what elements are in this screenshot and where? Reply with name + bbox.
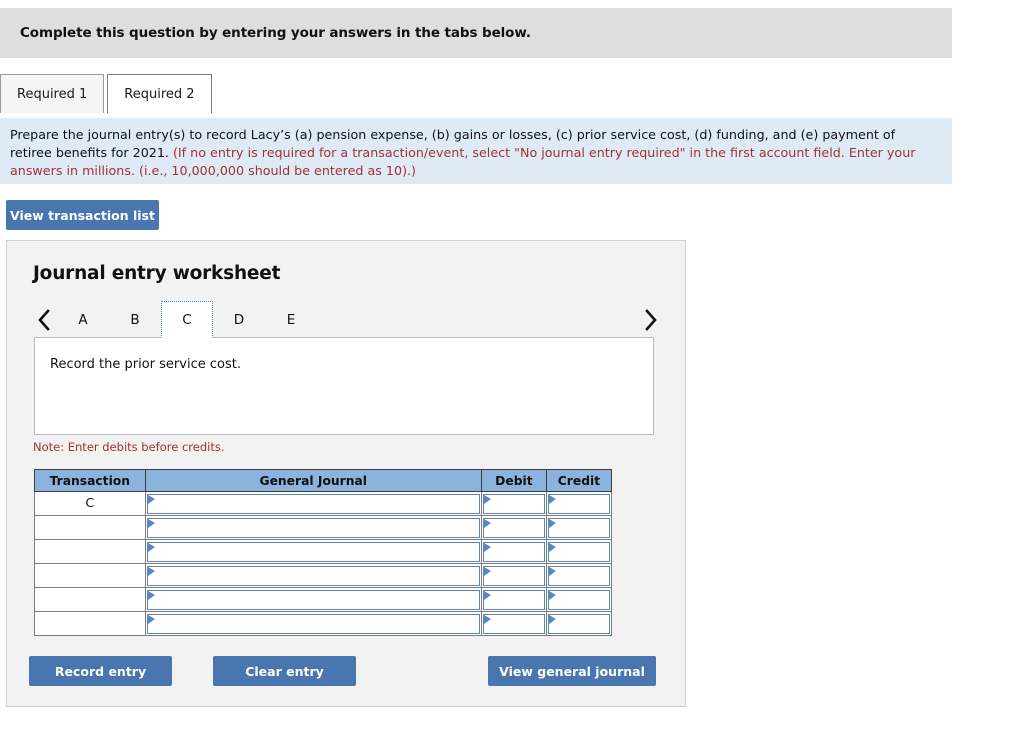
cell-credit bbox=[545, 563, 613, 588]
credit-input[interactable] bbox=[547, 565, 610, 586]
general-journal-input[interactable] bbox=[146, 493, 480, 514]
general-journal-input[interactable] bbox=[146, 541, 480, 562]
table-row bbox=[34, 611, 613, 636]
cell-general-journal bbox=[144, 611, 482, 636]
credit-input[interactable] bbox=[547, 493, 610, 514]
dropdown-marker-icon bbox=[483, 590, 491, 600]
journal-entry-worksheet-panel: Journal entry worksheet A B C D E Record… bbox=[6, 240, 686, 707]
table-row bbox=[34, 515, 613, 540]
worksheet-letter-nav: A B C D E bbox=[31, 301, 663, 338]
clear-entry-button[interactable]: Clear entry bbox=[213, 656, 356, 686]
dropdown-marker-icon bbox=[548, 566, 556, 576]
dropdown-marker-icon bbox=[147, 494, 155, 504]
worksheet-tab-c[interactable]: C bbox=[161, 301, 213, 338]
cell-transaction bbox=[34, 515, 146, 540]
cell-credit bbox=[545, 491, 613, 516]
dropdown-marker-icon bbox=[548, 518, 556, 528]
dropdown-marker-icon bbox=[483, 494, 491, 504]
cell-debit bbox=[480, 491, 547, 516]
table-row: C bbox=[34, 491, 613, 516]
table-row bbox=[34, 563, 613, 588]
cell-credit bbox=[545, 539, 613, 564]
debit-input[interactable] bbox=[482, 493, 545, 514]
worksheet-tab-e[interactable]: E bbox=[265, 301, 317, 338]
required-tab-strip: Required 1 Required 2 bbox=[0, 74, 1024, 114]
table-header-row: Transaction General Journal Debit Credit bbox=[34, 469, 613, 492]
debit-input[interactable] bbox=[482, 565, 545, 586]
column-header-general-journal: General Journal bbox=[144, 469, 482, 492]
cell-transaction: C bbox=[34, 491, 146, 516]
debit-input[interactable] bbox=[482, 589, 545, 610]
general-journal-input[interactable] bbox=[146, 613, 480, 634]
transaction-description-text: Record the prior service cost. bbox=[50, 357, 241, 372]
tab-required-2[interactable]: Required 2 bbox=[107, 74, 212, 113]
general-journal-input[interactable] bbox=[146, 589, 480, 610]
table-row bbox=[34, 587, 613, 612]
dropdown-marker-icon bbox=[147, 518, 155, 528]
journal-entry-table-body: C bbox=[34, 491, 613, 636]
cell-debit bbox=[480, 587, 547, 612]
cell-transaction bbox=[34, 611, 146, 636]
debit-input[interactable] bbox=[482, 517, 545, 538]
credit-input[interactable] bbox=[547, 517, 610, 538]
dropdown-marker-icon bbox=[147, 590, 155, 600]
column-header-transaction: Transaction bbox=[34, 469, 146, 492]
cell-debit bbox=[480, 539, 547, 564]
view-general-journal-button[interactable]: View general journal bbox=[488, 656, 656, 686]
debit-input[interactable] bbox=[482, 613, 545, 634]
dropdown-marker-icon bbox=[483, 614, 491, 624]
general-journal-input[interactable] bbox=[146, 565, 480, 586]
column-header-debit: Debit bbox=[480, 469, 547, 492]
chevron-right-icon[interactable] bbox=[637, 301, 663, 338]
question-instructions: Prepare the journal entry(s) to record L… bbox=[0, 118, 952, 184]
dropdown-marker-icon bbox=[483, 518, 491, 528]
table-row bbox=[34, 539, 613, 564]
credit-input[interactable] bbox=[547, 613, 610, 634]
general-journal-input[interactable] bbox=[146, 517, 480, 538]
cell-transaction bbox=[34, 587, 146, 612]
credit-input[interactable] bbox=[547, 541, 610, 562]
dropdown-marker-icon bbox=[548, 590, 556, 600]
debits-before-credits-note: Note: Enter debits before credits. bbox=[33, 440, 225, 454]
cell-general-journal bbox=[144, 491, 482, 516]
dropdown-marker-icon bbox=[147, 614, 155, 624]
dropdown-marker-icon bbox=[548, 614, 556, 624]
worksheet-tab-b[interactable]: B bbox=[109, 301, 161, 338]
cell-general-journal bbox=[144, 563, 482, 588]
worksheet-tab-a[interactable]: A bbox=[57, 301, 109, 338]
record-entry-button[interactable]: Record entry bbox=[29, 656, 172, 686]
cell-credit bbox=[545, 587, 613, 612]
dropdown-marker-icon bbox=[483, 542, 491, 552]
view-transaction-list-button[interactable]: View transaction list bbox=[6, 200, 159, 230]
cell-debit bbox=[480, 563, 547, 588]
instruction-banner: Complete this question by entering your … bbox=[0, 8, 952, 58]
dropdown-marker-icon bbox=[483, 566, 491, 576]
journal-entry-table: Transaction General Journal Debit Credit… bbox=[34, 469, 613, 636]
cell-debit bbox=[480, 611, 547, 636]
tab-required-1[interactable]: Required 1 bbox=[0, 74, 105, 113]
worksheet-tab-d[interactable]: D bbox=[213, 301, 265, 338]
cell-credit bbox=[545, 611, 613, 636]
banner-text: Complete this question by entering your … bbox=[20, 25, 531, 41]
dropdown-marker-icon bbox=[548, 494, 556, 504]
dropdown-marker-icon bbox=[147, 542, 155, 552]
dropdown-marker-icon bbox=[147, 566, 155, 576]
cell-transaction bbox=[34, 563, 146, 588]
cell-general-journal bbox=[144, 539, 482, 564]
cell-transaction bbox=[34, 539, 146, 564]
chevron-left-icon[interactable] bbox=[31, 301, 57, 338]
column-header-credit: Credit bbox=[545, 469, 613, 492]
worksheet-title: Journal entry worksheet bbox=[33, 263, 281, 284]
cell-general-journal bbox=[144, 587, 482, 612]
cell-general-journal bbox=[144, 515, 482, 540]
debit-input[interactable] bbox=[482, 541, 545, 562]
transaction-description-box: Record the prior service cost. bbox=[34, 337, 654, 435]
dropdown-marker-icon bbox=[548, 542, 556, 552]
credit-input[interactable] bbox=[547, 589, 610, 610]
cell-credit bbox=[545, 515, 613, 540]
cell-debit bbox=[480, 515, 547, 540]
